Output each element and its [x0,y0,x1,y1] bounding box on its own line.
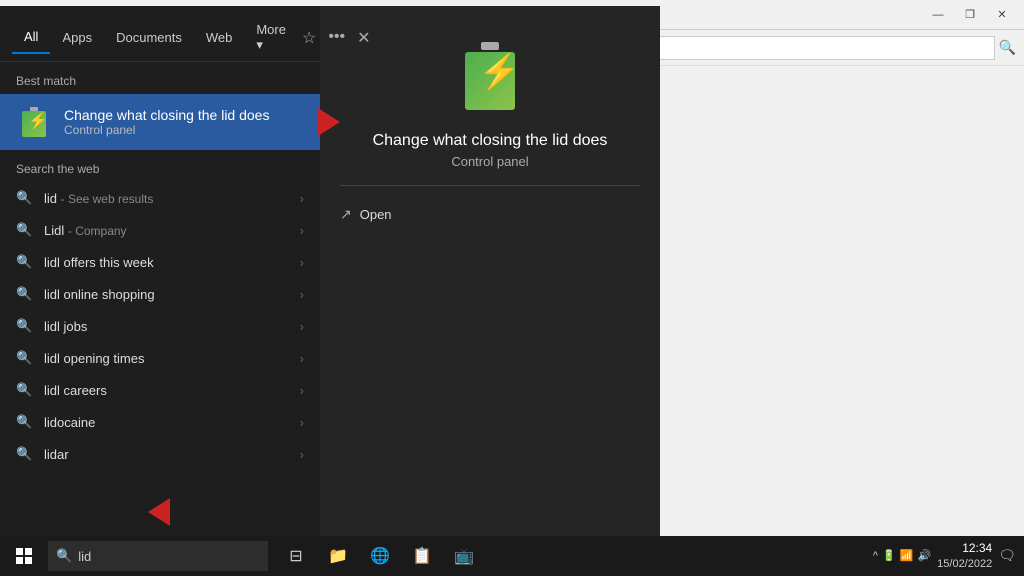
maximize-button[interactable]: ❐ [956,6,984,24]
search-result-text-0: lid - See web results [44,191,300,206]
chevron-icon[interactable]: ^ [873,550,878,562]
battery-icon: ⚡ [20,107,48,137]
search-result-text-7: lidocaine [44,415,300,430]
search-result-lidl-careers[interactable]: 🔍 lidl careers › [0,374,320,406]
search-result-arrow-8: › [300,447,304,462]
taskbar-icons: ⊟ 📁 🌐 📋 📺 [276,536,484,576]
best-match-text: Change what closing the lid does Control… [64,107,304,137]
titlebar-controls: — ❐ ✕ [924,6,1016,24]
search-result-text-5: lidl opening times [44,351,300,366]
close-button[interactable]: ✕ [988,6,1016,24]
result-open-action[interactable]: ↗ Open [340,202,640,227]
tab-apps[interactable]: Apps [50,22,104,53]
task-view-button[interactable]: ⊟ [276,536,316,576]
search-small-icon-5: 🔍 [16,350,32,366]
clock-date: 15/02/2022 [937,557,992,571]
best-match-title: Change what closing the lid does [64,107,304,123]
address-search-icon[interactable]: 🔍 [999,39,1016,56]
search-result-lidl-online[interactable]: 🔍 lidl online shopping › [0,278,320,310]
search-result-arrow-1: › [300,223,304,238]
result-icon-large: ⚡ [450,36,530,116]
tabs-icons: ☆ ••• [298,24,349,52]
search-result-text-3: lidl online shopping [44,287,300,302]
taskbar-search-text: lid [78,549,91,564]
search-result-arrow-5: › [300,351,304,366]
notification-icon[interactable]: 🗨 [998,547,1016,564]
search-small-icon-7: 🔍 [16,414,32,430]
windows-icon [16,548,32,564]
tab-web[interactable]: Web [194,22,245,53]
search-result-arrow-6: › [300,383,304,398]
search-close-button[interactable]: ✕ [349,24,378,52]
open-icon: ↗ [340,206,352,223]
search-result-arrow-2: › [300,255,304,270]
search-web-label: Search the web [0,150,320,182]
search-result-lid[interactable]: 🔍 lid - See web results › [0,182,320,214]
search-right-panel: ⚡ Change what closing the lid does Contr… [320,6,660,536]
volume-icon[interactable]: 🔊 [917,549,931,562]
bookmark-icon[interactable]: ☆ [298,24,320,52]
battery-large-tip [481,42,499,50]
result-subtitle: Control panel [340,154,640,186]
search-result-text-4: lidl jobs [44,319,300,334]
search-small-icon-1: 🔍 [16,222,32,238]
best-match-icon: ⚡ [16,104,52,140]
search-result-lidl-times[interactable]: 🔍 lidl opening times › [0,342,320,374]
more-icon[interactable]: ••• [324,24,349,52]
taskbar: 🔍 lid ⊟ 📁 🌐 📋 📺 ^ 🔋 📶 🔊 12:34 15/02/2022… [0,536,1024,576]
result-action-label: Open [360,207,392,222]
search-small-icon-8: 🔍 [16,446,32,462]
start-button[interactable] [0,536,48,576]
minimize-button[interactable]: — [924,6,952,24]
best-match-label: Best match [0,62,320,94]
search-result-lidar[interactable]: 🔍 lidar › [0,438,320,470]
store-button[interactable]: 📋 [402,536,442,576]
search-result-text-6: lidl careers [44,383,300,398]
system-tray: ^ 🔋 📶 🔊 [873,549,931,562]
best-match-subtitle: Control panel [64,123,304,137]
taskbar-search-icon: 🔍 [56,548,72,564]
search-small-icon-4: 🔍 [16,318,32,334]
search-result-text-8: lidar [44,447,300,462]
battery-large-icon: ⚡ [462,42,518,110]
battery-large-lightning-icon: ⚡ [478,52,520,92]
search-small-icon-0: 🔍 [16,190,32,206]
search-small-icon-3: 🔍 [16,286,32,302]
tab-more[interactable]: More ▾ [244,14,298,61]
search-left-panel: All Apps Documents Web More ▾ ☆ ••• ✕ Be… [0,6,320,536]
search-small-icon-2: 🔍 [16,254,32,270]
system-clock[interactable]: 12:34 15/02/2022 [937,541,992,571]
battery-lightning-icon: ⚡ [28,111,48,131]
search-popup: All Apps Documents Web More ▾ ☆ ••• ✕ Be… [0,6,660,536]
search-result-lidl-offers[interactable]: 🔍 lidl offers this week › [0,246,320,278]
result-title: Change what closing the lid does [373,132,608,150]
taskbar-right: ^ 🔋 📶 🔊 12:34 15/02/2022 🗨 [873,541,1024,571]
search-result-lidl[interactable]: 🔍 Lidl - Company › [0,214,320,246]
search-result-arrow-7: › [300,415,304,430]
file-explorer-button[interactable]: 📁 [318,536,358,576]
search-result-lidl-jobs[interactable]: 🔍 lidl jobs › [0,310,320,342]
red-search-arrow-indicator [148,498,170,526]
red-arrow-indicator [318,108,340,136]
search-result-text-1: Lidl - Company [44,223,300,238]
best-match-item[interactable]: ⚡ Change what closing the lid does Contr… [0,94,320,150]
network-icon[interactable]: 📶 [900,549,914,562]
tab-all[interactable]: All [12,21,50,54]
search-result-arrow-4: › [300,319,304,334]
app-button[interactable]: 📺 [444,536,484,576]
search-result-arrow-3: › [300,287,304,302]
taskbar-search[interactable]: 🔍 lid [48,541,268,571]
search-result-lidocaine[interactable]: 🔍 lidocaine › [0,406,320,438]
battery-tray-icon[interactable]: 🔋 [882,549,896,562]
tab-documents[interactable]: Documents [104,22,194,53]
search-small-icon-6: 🔍 [16,382,32,398]
browser-button[interactable]: 🌐 [360,536,400,576]
clock-time: 12:34 [937,541,992,557]
search-tabs: All Apps Documents Web More ▾ ☆ ••• ✕ [0,6,320,62]
search-result-arrow-0: › [300,191,304,206]
search-result-text-2: lidl offers this week [44,255,300,270]
